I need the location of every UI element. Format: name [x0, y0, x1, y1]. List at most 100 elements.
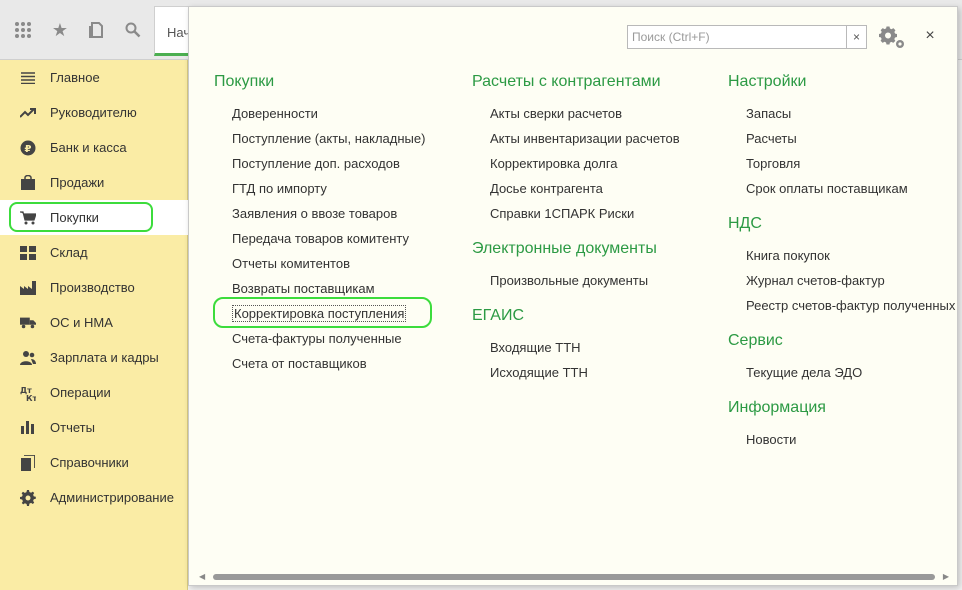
section-item-list: Произвольные документы: [472, 268, 680, 293]
menu-link-label: Передача товаров комитенту: [232, 231, 409, 246]
menu-link[interactable]: Исходящие ТТН: [472, 360, 680, 385]
menu-link-label: Доверенности: [232, 106, 318, 121]
menu-link-label: Торговля: [746, 156, 801, 171]
sidebar-item[interactable]: Администрирование: [0, 480, 187, 515]
scrollbar-thumb[interactable]: [213, 574, 935, 580]
menu-link[interactable]: Передача товаров комитенту: [214, 226, 425, 251]
menu-link[interactable]: Торговля: [728, 151, 955, 176]
sidebar-item[interactable]: Продажи: [0, 165, 187, 200]
grid-icon[interactable]: [11, 18, 35, 42]
section-item-list: Текущие дела ЭДО: [728, 360, 955, 385]
menu-link-label: Счета от поставщиков: [232, 356, 367, 371]
menu-link[interactable]: Срок оплаты поставщикам: [728, 176, 955, 201]
sidebar-item[interactable]: Главное: [0, 60, 187, 95]
sidebar-item-label: Зарплата и кадры: [50, 350, 159, 365]
search-input[interactable]: [628, 26, 846, 48]
menu-link[interactable]: Акты инвентаризации расчетов: [472, 126, 680, 151]
sidebar-item-label: Руководителю: [50, 105, 137, 120]
sidebar-item-label: ОС и НМА: [50, 315, 113, 330]
sidebar-item-label: Администрирование: [50, 490, 174, 505]
truck-icon: [20, 315, 36, 331]
search-field[interactable]: ×: [627, 25, 867, 49]
menu-link-label: Досье контрагента: [490, 181, 603, 196]
menu-link-label: Акты инвентаризации расчетов: [490, 131, 680, 146]
menu-link-label: Журнал счетов-фактур: [746, 273, 885, 288]
menu-link[interactable]: ГТД по импорту: [214, 176, 425, 201]
column-settings: Настройки Запасы Расчеты Торговля Срок оплат…: [728, 71, 955, 464]
menu-link[interactable]: Расчеты: [728, 126, 955, 151]
section-title: Сервис: [728, 332, 783, 349]
menu-section: Электронные документы Произвольные докуме…: [472, 238, 680, 293]
sidebar-item[interactable]: ОС и НМА: [0, 305, 187, 340]
settings-gear-icon[interactable]: [879, 25, 907, 51]
menu-link-label: Срок оплаты поставщикам: [746, 181, 908, 196]
menu-link[interactable]: Книга покупок: [728, 243, 955, 268]
menu-link[interactable]: Доверенности: [214, 101, 425, 126]
sidebar-item[interactable]: Склад: [0, 235, 187, 270]
section-title: Покупки: [214, 73, 275, 90]
menu-link[interactable]: Журнал счетов-фактур: [728, 268, 955, 293]
scroll-right-icon[interactable]: ▶: [943, 572, 949, 582]
dt-kt-icon: Дт Кт: [20, 385, 36, 401]
section-item-list: Книга покупок Журнал счетов-фактур Реестр …: [728, 243, 955, 318]
menu-link[interactable]: Счета-фактуры полученные: [214, 326, 425, 351]
menu-link[interactable]: Досье контрагента: [472, 176, 680, 201]
menu-link[interactable]: Поступление (акты, накладные): [214, 126, 425, 151]
menu-link[interactable]: Отчеты комитентов: [214, 251, 425, 276]
history-icon[interactable]: [85, 18, 109, 42]
menu-link-label: Заявления о ввозе товаров: [232, 206, 398, 221]
sidebar-item-label: Продажи: [50, 175, 105, 190]
clear-search-button[interactable]: ×: [846, 26, 866, 48]
menu-link[interactable]: Реестр счетов-фактур полученных: [728, 293, 955, 318]
sidebar-item[interactable]: Покупки: [0, 200, 188, 235]
menu-link[interactable]: Счета от поставщиков: [214, 351, 425, 376]
menu-link[interactable]: Заявления о ввозе товаров: [214, 201, 425, 226]
menu-link[interactable]: Корректировка долга: [472, 151, 680, 176]
star-icon[interactable]: ★: [48, 18, 72, 42]
menu-link[interactable]: Входящие ТТН: [472, 335, 680, 360]
svg-text:Кт: Кт: [26, 394, 36, 401]
section-item-list: Новости: [728, 427, 955, 452]
horizontal-scrollbar[interactable]: ◀ ▶: [199, 572, 949, 582]
gear-icon: [20, 489, 36, 506]
menu-link-label: Поступление (акты, накладные): [232, 131, 426, 146]
section-title: Информация: [728, 399, 826, 416]
people-icon: [20, 350, 36, 366]
menu-link[interactable]: Текущие дела ЭДО: [728, 360, 955, 385]
menu-link-label: Счета-фактуры полученные: [232, 331, 402, 346]
menu-link[interactable]: Справки 1СПАРК Риски: [472, 201, 680, 226]
column-purchases: Покупки Доверенности Поступление (акты, на…: [214, 71, 425, 388]
factory-icon: [20, 280, 36, 296]
sidebar-item[interactable]: Отчеты: [0, 410, 187, 445]
section-title: Настройки: [728, 73, 807, 90]
search-icon[interactable]: [121, 18, 145, 42]
sidebar-item[interactable]: Справочники: [0, 445, 187, 480]
scroll-left-icon[interactable]: ◀: [199, 572, 205, 582]
svg-text:₽: ₽: [25, 144, 32, 155]
bag-icon: [20, 175, 36, 191]
highlight-marker: [9, 202, 153, 232]
menu-section: Настройки Запасы Расчеты Торговля Срок оплат…: [728, 71, 955, 201]
bar-chart-icon: [20, 420, 36, 436]
menu-link-label: Отчеты комитентов: [232, 256, 350, 271]
close-icon[interactable]: ×: [921, 27, 939, 45]
sidebar-item-label: Банк и касса: [50, 140, 127, 155]
menu-link[interactable]: Акты сверки расчетов: [472, 101, 680, 126]
menu-link-label: Книга покупок: [746, 248, 830, 263]
menu-link[interactable]: Запасы: [728, 101, 955, 126]
menu-section: ЕГАИС Входящие ТТН Исходящие ТТН: [472, 305, 680, 385]
menu-section: Покупки Доверенности Поступление (акты, на…: [214, 71, 425, 376]
sidebar-item-label: Склад: [50, 245, 88, 260]
menu-link[interactable]: Поступление доп. расходов: [214, 151, 425, 176]
sidebar-item[interactable]: ₽ Банк и касса: [0, 130, 187, 165]
menu-section: Расчеты с контрагентами Акты сверки расче…: [472, 71, 680, 226]
sidebar-item[interactable]: Дт Кт Операции: [0, 375, 187, 410]
sidebar-item[interactable]: Производство: [0, 270, 187, 305]
sidebar-item[interactable]: Руководителю: [0, 95, 187, 130]
books-icon: [20, 454, 36, 471]
menu-link-label: ГТД по импорту: [232, 181, 327, 196]
menu-link[interactable]: Произвольные документы: [472, 268, 680, 293]
sidebar-item[interactable]: Зарплата и кадры: [0, 340, 187, 375]
sidebar-item-label: Производство: [50, 280, 135, 295]
menu-link[interactable]: Новости: [728, 427, 955, 452]
